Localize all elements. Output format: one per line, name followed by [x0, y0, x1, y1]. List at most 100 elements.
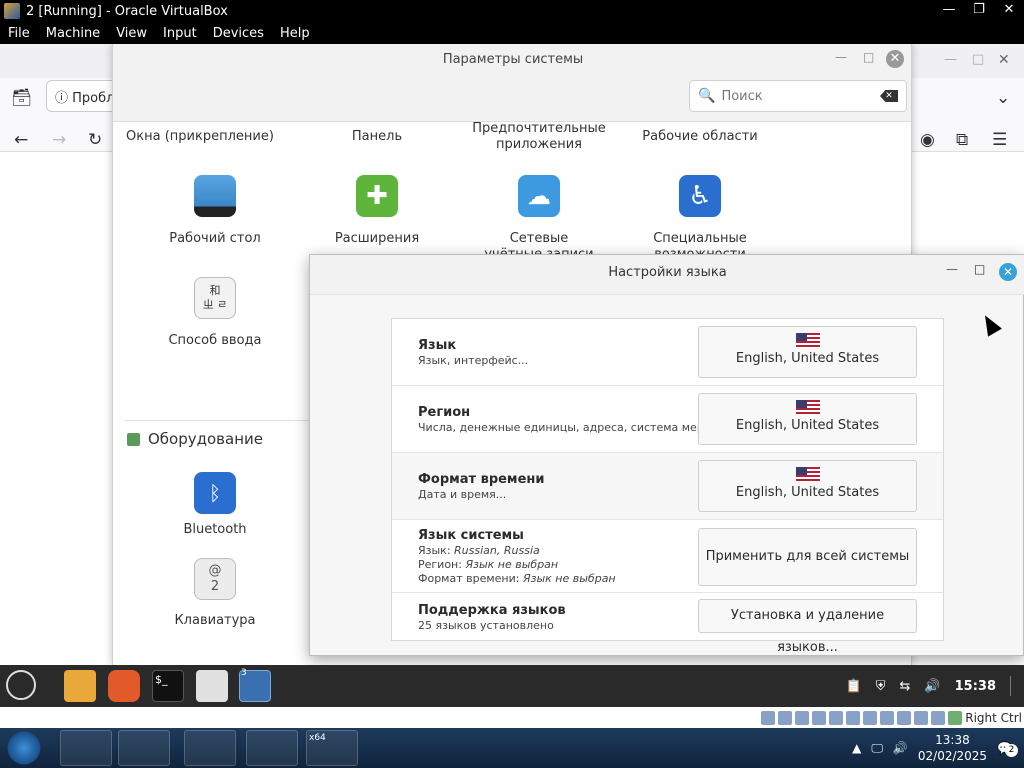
- section-hardware: Оборудование: [127, 430, 263, 448]
- item-desktop[interactable]: Рабочий стол: [130, 175, 300, 247]
- item-input-method[interactable]: 和 ㄓ ㄹ Способ ввода: [130, 277, 300, 349]
- taskbar-virtualbox-icon[interactable]: [246, 730, 298, 766]
- item-extensions-label: Расширения: [334, 231, 420, 246]
- shield-icon[interactable]: ⛨: [876, 679, 886, 694]
- vbox-statusbar: Right Ctrl: [0, 707, 1024, 728]
- menu-input[interactable]: Input: [163, 26, 197, 41]
- audio-status-icon[interactable]: [812, 710, 827, 725]
- mouse-integration-status-icon[interactable]: [931, 710, 946, 725]
- language-maximize-button[interactable]: □: [974, 262, 985, 276]
- display-status-icon[interactable]: [880, 710, 895, 725]
- time-format-select-label: English, United States: [735, 485, 880, 500]
- firefox-icon[interactable]: [108, 670, 140, 702]
- item-extensions[interactable]: ✚ Расширения: [292, 175, 462, 247]
- item-preferred-apps[interactable]: Предпочтительные приложения: [454, 121, 624, 153]
- menu-icon[interactable]: ☰: [992, 130, 1007, 150]
- apply-system-wide-button[interactable]: Применить для всей системы: [698, 528, 917, 586]
- search-field[interactable]: 🔍 ✕: [689, 80, 907, 112]
- us-flag-icon: [795, 467, 820, 482]
- settings-toggle-icon[interactable]: [196, 670, 228, 702]
- notification-count: 2: [1005, 744, 1018, 757]
- language-close-button[interactable]: ✕: [999, 263, 1017, 281]
- clear-search-icon[interactable]: ✕: [880, 90, 898, 102]
- hdd-status-icon[interactable]: [761, 710, 776, 725]
- taskbar-x64-app-icon[interactable]: x64: [306, 730, 358, 766]
- settings-close-button[interactable]: ✕: [886, 50, 904, 68]
- bg-maximize-icon[interactable]: □: [972, 52, 984, 67]
- install-remove-languages-button[interactable]: Установка и удаление языков...: [698, 599, 917, 655]
- browser-tab-label: Пробл: [72, 91, 115, 106]
- settings-minimize-button[interactable]: —: [835, 50, 847, 64]
- network-icon[interactable]: ⇆: [900, 679, 911, 694]
- optical-status-icon[interactable]: [778, 710, 793, 725]
- back-icon[interactable]: ←: [14, 130, 28, 150]
- shared-folders-status-icon[interactable]: [863, 710, 878, 725]
- taskbar-explorer-icon[interactable]: [118, 730, 170, 766]
- item-windows-tiling[interactable]: Окна (прикрепление): [115, 129, 285, 145]
- cloud-icon: ☁: [518, 175, 560, 217]
- mint-menu-icon[interactable]: [6, 670, 36, 700]
- language-select-button[interactable]: English, United States: [698, 326, 917, 378]
- row-time-format-desc: Дата и время...: [418, 488, 507, 501]
- input-method-icon: 和 ㄓ ㄹ: [194, 277, 236, 319]
- mint-clock[interactable]: 15:38: [955, 679, 996, 694]
- bg-minimize-icon[interactable]: —: [944, 52, 957, 67]
- tray-display-icon[interactable]: 🖵: [871, 741, 883, 756]
- item-accessibility[interactable]: ♿ Специальные возможности: [615, 175, 785, 263]
- region-select-label: English, United States: [735, 418, 880, 433]
- menu-machine[interactable]: Machine: [46, 26, 100, 41]
- item-panel[interactable]: Панель: [292, 129, 462, 145]
- taskbar-store-icon[interactable]: [184, 730, 236, 766]
- time-format-select-button[interactable]: English, United States: [698, 460, 917, 512]
- floppy-status-icon[interactable]: [795, 710, 810, 725]
- recording-status-icon[interactable]: [897, 710, 912, 725]
- item-workspaces[interactable]: Рабочие области: [615, 129, 785, 145]
- windows-clock[interactable]: 13:38 02/02/2025: [918, 732, 987, 764]
- menu-file[interactable]: File: [8, 26, 30, 41]
- close-button[interactable]: ✕: [994, 0, 1024, 22]
- notifications-icon[interactable]: 💬2: [997, 741, 1018, 757]
- tab-overview-icon[interactable]: 🗃: [11, 88, 33, 108]
- item-online-accounts[interactable]: ☁ Сетевые учётные записи: [454, 175, 624, 263]
- bg-close-icon[interactable]: ✕: [998, 52, 1010, 68]
- windows-start-button[interactable]: [4, 730, 44, 766]
- region-select-button[interactable]: English, United States: [698, 393, 917, 445]
- system-time-line: Формат времени: Язык не выбран: [418, 572, 616, 585]
- extensions-icon[interactable]: ⧉: [956, 130, 968, 150]
- language-minimize-button[interactable]: —: [946, 262, 958, 276]
- item-keyboard[interactable]: @ 2 Клавиатура: [130, 558, 300, 629]
- network-status-icon[interactable]: [829, 710, 844, 725]
- mint-panel: $_ 3 📋 ⛨ ⇆ 🔊 15:38: [0, 665, 1024, 707]
- tray-expand-icon[interactable]: ▲: [852, 741, 861, 755]
- language-app-icon[interactable]: 3: [239, 668, 271, 702]
- search-input[interactable]: [721, 88, 872, 104]
- account-icon[interactable]: ◉: [920, 130, 935, 150]
- row-time-format-name: Формат времени: [418, 472, 545, 487]
- volume-icon[interactable]: 🔊: [924, 679, 940, 694]
- language-select-label: English, United States: [735, 351, 880, 366]
- taskbar-firefox-icon[interactable]: [60, 730, 112, 766]
- usb-status-icon[interactable]: [846, 710, 861, 725]
- minimize-button[interactable]: —: [934, 0, 964, 22]
- guest-screen: 🗃 ⓘ Пробл ← → ↻ — □ ✕ ⌄ ◉ ⧉ ☰ Параметры …: [0, 44, 1024, 665]
- item-input-method-label: Способ ввода: [168, 333, 262, 348]
- maximize-button[interactable]: ❐: [964, 0, 994, 22]
- mint-tray: 📋 ⛨ ⇆ 🔊 15:38: [846, 665, 1024, 707]
- menu-view[interactable]: View: [116, 26, 147, 41]
- reload-icon[interactable]: ↻: [88, 130, 102, 150]
- window-count-badge: 3: [241, 668, 247, 678]
- chevron-down-icon[interactable]: ⌄: [996, 88, 1010, 108]
- menu-help[interactable]: Help: [280, 26, 310, 41]
- show-desktop-icon[interactable]: [1010, 676, 1014, 696]
- row-language-support-desc: 25 языков установлено: [418, 619, 554, 632]
- clipboard-icon[interactable]: 📋: [846, 679, 862, 694]
- files-icon[interactable]: [64, 670, 96, 702]
- tray-volume-icon[interactable]: 🔊: [893, 741, 908, 755]
- cpu-status-icon[interactable]: [914, 710, 929, 725]
- keyboard-status-icon[interactable]: [948, 710, 963, 725]
- menu-devices[interactable]: Devices: [213, 26, 264, 41]
- item-bluetooth[interactable]: ᛒ Bluetooth: [130, 472, 300, 538]
- forward-icon[interactable]: →: [52, 130, 66, 150]
- terminal-icon[interactable]: $_: [152, 670, 184, 702]
- settings-maximize-button[interactable]: □: [863, 50, 874, 64]
